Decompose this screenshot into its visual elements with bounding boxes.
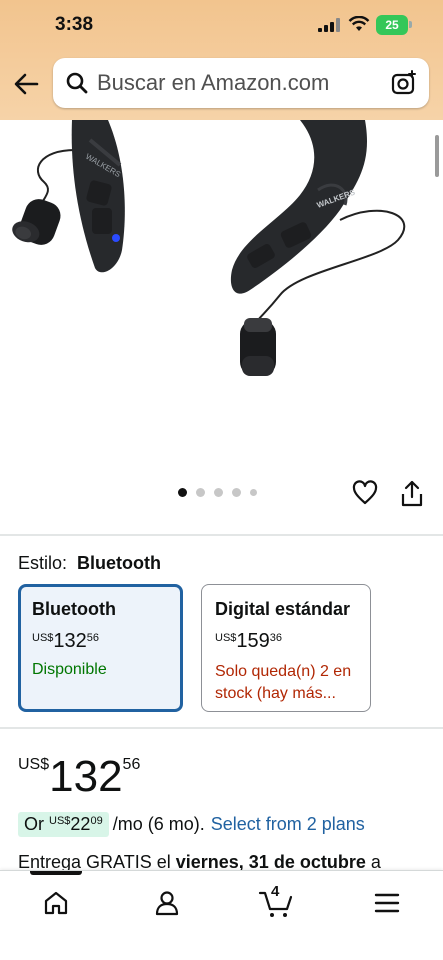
option-price: US$13256	[32, 630, 169, 653]
pagination-dot-1[interactable]	[178, 488, 187, 497]
battery-icon: 25	[376, 15, 408, 35]
pagination-dot-4[interactable]	[232, 488, 241, 497]
bottom-nav: 4	[0, 870, 443, 960]
search-icon	[66, 72, 88, 94]
installment-plan: Or US$2209 /mo (6 mo). Select from 2 pla…	[18, 812, 365, 837]
option-price: US$15936	[215, 630, 357, 653]
home-icon[interactable]	[38, 885, 74, 921]
option-price-fraction: 36	[269, 632, 283, 644]
product-price: US$13256	[18, 752, 140, 802]
search-input[interactable]	[97, 66, 377, 100]
style-label: Estilo: Bluetooth	[18, 553, 161, 574]
app-header: 3:38 25	[0, 0, 443, 120]
signal-icon	[318, 18, 340, 32]
left-earbud	[12, 199, 61, 245]
delivery-prefix: Entrega GRATIS el	[18, 852, 171, 872]
option-currency: US$	[215, 632, 237, 644]
plan-whole: 22	[70, 814, 91, 834]
pagination-dot-5[interactable]	[250, 489, 257, 496]
cart-count-badge: 4	[271, 883, 280, 900]
camera-search-icon[interactable]	[391, 70, 417, 96]
nav-active-indicator	[30, 871, 82, 875]
style-option-digital-estandar[interactable]: Digital estándar US$15936 Solo queda(n) …	[201, 584, 371, 712]
heart-icon[interactable]	[352, 480, 378, 506]
status-time: 3:38	[55, 14, 94, 35]
battery-level: 25	[385, 18, 399, 32]
option-name: Bluetooth	[32, 599, 116, 619]
style-selected-value: Bluetooth	[77, 553, 162, 573]
scroll-indicator	[435, 135, 439, 177]
wifi-icon	[348, 16, 370, 31]
style-label-text: Estilo:	[18, 553, 68, 573]
price-currency: US$	[18, 756, 50, 773]
plan-fraction: 09	[90, 815, 103, 827]
section-divider	[0, 727, 443, 729]
option-price-whole: 132	[53, 630, 87, 652]
delivery-suffix: a	[370, 852, 381, 872]
style-option-bluetooth[interactable]: Bluetooth US$13256 Disponible	[18, 584, 183, 712]
option-currency: US$	[32, 632, 54, 644]
section-divider	[0, 534, 443, 536]
status-bar: 3:38 25	[0, 0, 443, 52]
price-fraction: 56	[122, 756, 141, 773]
search-bar[interactable]	[53, 58, 429, 108]
option-name: Digital estándar	[215, 599, 351, 619]
product-image-gallery[interactable]: WALKERS WALKERS	[0, 120, 443, 530]
plan-prefix: Or	[24, 814, 44, 834]
back-arrow-icon[interactable]	[12, 70, 40, 98]
option-price-whole: 159	[236, 630, 270, 652]
option-availability: Disponible	[32, 661, 107, 678]
menu-icon[interactable]	[369, 885, 405, 921]
option-price-fraction: 56	[86, 632, 100, 644]
price-whole: 132	[49, 752, 123, 801]
battery-nub	[409, 21, 412, 28]
right-earbud	[240, 318, 276, 376]
image-pagination[interactable]	[178, 488, 257, 497]
pagination-dot-2[interactable]	[196, 488, 205, 497]
select-plans-link[interactable]: Select from 2 plans	[211, 814, 365, 835]
plan-term: /mo (6 mo).	[112, 814, 205, 834]
installment-pill: Or US$2209	[18, 812, 109, 837]
account-icon[interactable]	[149, 885, 185, 921]
delivery-date: viernes, 31 de octubre	[175, 852, 366, 872]
product-image: WALKERS WALKERS	[12, 120, 406, 376]
pagination-dot-3[interactable]	[214, 488, 223, 497]
plan-currency: US$	[49, 815, 71, 827]
cart-button[interactable]: 4	[258, 883, 294, 921]
share-icon[interactable]	[400, 480, 424, 508]
option-availability: Solo queda(n) 2 en stock (hay más...	[215, 663, 352, 702]
